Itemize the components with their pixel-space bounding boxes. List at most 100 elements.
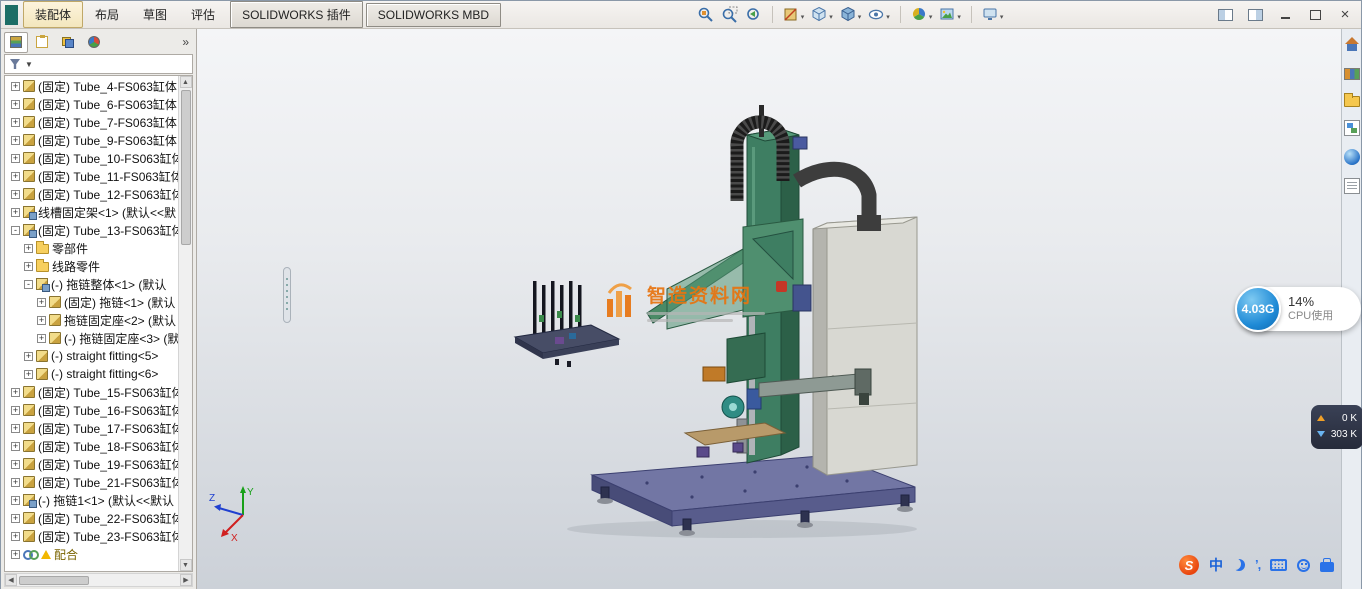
tree-item[interactable]: + 线路零件 [5,257,178,275]
display-style-icon[interactable]: ▾ [840,6,862,23]
tree-item[interactable]: + (固定) Tube_12-FS063缸体 [5,185,178,203]
tab-assembly[interactable]: 装配体 [23,1,83,28]
propertymanager-tab[interactable] [30,32,54,53]
dropdown-caret-icon[interactable]: ▾ [829,13,833,23]
dropdown-caret-icon[interactable]: ▾ [957,13,961,23]
tree-item[interactable]: + (固定) Tube_19-FS063缸体 [5,455,178,473]
tab-solidworks-mbd[interactable]: SOLIDWORKS MBD [366,3,501,27]
expand-toggle[interactable]: + [11,136,20,145]
expand-toggle[interactable]: + [11,190,20,199]
tree-item[interactable]: + 零部件 [5,239,178,257]
tree-item[interactable]: + (-) 拖链固定座<3> (默 [5,329,178,347]
scroll-right-arrow[interactable] [180,574,192,586]
expand-toggle[interactable]: + [11,442,20,451]
expand-toggle[interactable]: + [24,244,33,253]
tree-item[interactable]: + (固定) Tube_21-FS063缸体 [5,473,178,491]
expand-toggle[interactable]: + [11,82,20,91]
zoom-to-area-icon[interactable] [721,6,738,23]
expand-toggle[interactable]: + [37,316,46,325]
manager-tabs-overflow[interactable]: » [182,35,193,49]
expand-toggle[interactable]: + [11,550,20,559]
punctuation-icon[interactable] [1255,556,1260,574]
pane-right-icon[interactable] [1243,5,1267,24]
tree-item[interactable]: + (固定) Tube_11-FS063缸体 [5,167,178,185]
hide-show-items-icon[interactable]: ▾ [868,6,890,23]
emoji-icon[interactable] [1297,559,1310,572]
filter-caret-icon[interactable]: ▼ [25,60,33,69]
dropdown-caret-icon[interactable]: ▾ [858,13,862,23]
expand-toggle[interactable]: + [11,118,20,127]
tree-item[interactable]: + (固定) 拖链<1> (默认 [5,293,178,311]
minimize-button[interactable] [1273,5,1297,24]
expand-toggle[interactable]: + [11,388,20,397]
view-palette-icon[interactable] [1344,120,1360,136]
tab-evaluate[interactable]: 评估 [179,1,227,28]
sogou-logo-icon[interactable]: S [1179,555,1199,575]
net-speed-widget[interactable]: 0 K 303 K [1311,405,1362,449]
panel-splitter-grip[interactable] [283,267,291,323]
tree-item[interactable]: + 配合 [5,545,178,563]
expand-toggle[interactable]: + [24,352,33,361]
expand-toggle[interactable]: + [11,424,20,433]
dropdown-caret-icon[interactable]: ▾ [886,13,890,23]
previous-view-icon[interactable] [745,6,762,23]
dropdown-caret-icon[interactable]: ▾ [929,13,933,23]
section-view-icon[interactable]: ▾ [783,6,805,23]
apply-scene-icon[interactable]: ▾ [939,6,961,23]
expand-toggle[interactable]: + [11,100,20,109]
edit-appearance-icon[interactable]: ▾ [911,6,933,23]
tree-item[interactable]: + (固定) Tube_4-FS063缸体 [5,77,178,95]
soft-keyboard-icon[interactable] [1270,559,1287,571]
tab-sketch[interactable]: 草图 [131,1,179,28]
expand-toggle[interactable]: + [11,478,20,487]
vertical-scroll-thumb[interactable] [181,90,191,245]
expand-toggle[interactable]: + [24,370,33,379]
tree-item[interactable]: + (固定) Tube_18-FS063缸体 [5,437,178,455]
fullwidth-moon-icon[interactable] [1233,559,1245,571]
expand-toggle[interactable]: + [24,262,33,271]
expand-toggle[interactable]: + [37,334,46,343]
view-settings-icon[interactable]: ▾ [982,6,1004,23]
configurationmanager-tab[interactable] [56,32,80,53]
expand-toggle[interactable]: + [11,514,20,523]
expand-toggle[interactable]: + [11,496,20,505]
memory-ball[interactable]: 4.03G [1235,286,1281,332]
file-explorer-icon[interactable] [1344,96,1360,107]
pane-left-icon[interactable] [1213,5,1237,24]
restore-button[interactable] [1303,5,1327,24]
tree-item[interactable]: + (固定) Tube_9-FS063缸体 [5,131,178,149]
zoom-to-fit-icon[interactable] [697,6,714,23]
tree-horizontal-scrollbar[interactable] [4,573,193,587]
expand-toggle[interactable]: + [11,406,20,415]
expand-toggle[interactable]: + [11,532,20,541]
dropdown-caret-icon[interactable]: ▾ [801,13,805,23]
expand-toggle[interactable]: - [11,226,20,235]
cpu-usage-widget[interactable]: 4.03G 14% CPU使用 [1237,287,1361,331]
tree-item[interactable]: + (-) 拖链1<1> (默认<<默认 [5,491,178,509]
tree-item[interactable]: + 线槽固定架<1> (默认<<默 [5,203,178,221]
horizontal-scroll-thumb[interactable] [19,576,89,585]
displaymanager-tab[interactable] [82,32,106,53]
tree-item[interactable]: + (固定) Tube_17-FS063缸体 [5,419,178,437]
tree-item[interactable]: + (固定) Tube_16-FS063缸体 [5,401,178,419]
tree-item[interactable]: + 拖链固定座<2> (默认 [5,311,178,329]
dropdown-caret-icon[interactable]: ▾ [1000,13,1004,23]
scroll-up-arrow[interactable] [180,76,192,88]
scroll-down-arrow[interactable] [180,559,192,571]
toolbox-icon[interactable] [1320,562,1334,572]
close-button[interactable] [1333,5,1357,24]
tree-item[interactable]: + (固定) Tube_10-FS063缸体 [5,149,178,167]
tree-filter[interactable]: ▼ [4,54,193,74]
tree-item[interactable]: + (固定) Tube_7-FS063缸体 [5,113,178,131]
tree-item[interactable]: + (固定) Tube_23-FS063缸体 [5,527,178,545]
tree-item[interactable]: + (固定) Tube_22-FS063缸体 [5,509,178,527]
tree-vertical-scrollbar[interactable] [178,76,192,571]
tree-item[interactable]: + (固定) Tube_6-FS063缸体 [5,95,178,113]
home-icon[interactable] [1344,37,1360,53]
design-library-icon[interactable] [1344,68,1360,80]
tree-item[interactable]: + (-) straight fitting<6> [5,365,178,383]
tree-item[interactable]: + (固定) Tube_15-FS063缸体 [5,383,178,401]
tree-item[interactable]: + (-) straight fitting<5> [5,347,178,365]
expand-toggle[interactable]: + [11,208,20,217]
featuremanager-tab[interactable] [4,32,28,53]
